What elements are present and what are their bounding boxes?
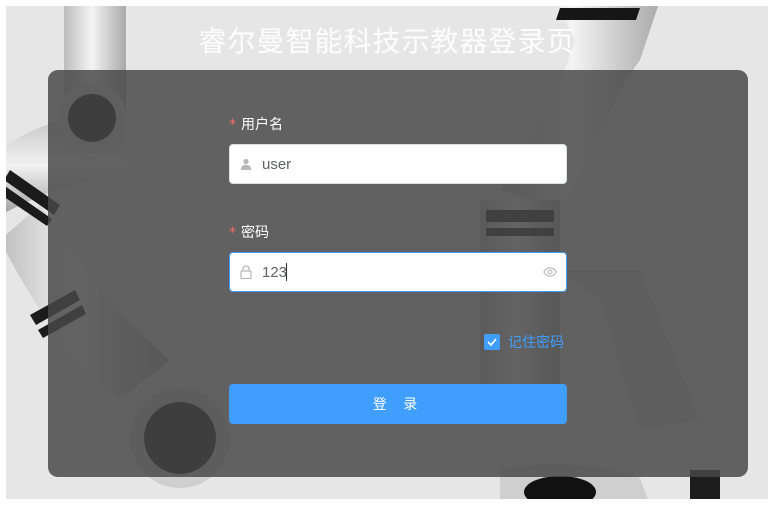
lock-icon: [230, 265, 262, 279]
password-label: * 密码: [229, 222, 269, 242]
username-label: * 用户名: [229, 114, 283, 134]
username-field[interactable]: [229, 144, 567, 184]
eye-icon[interactable]: [534, 267, 566, 277]
password-input[interactable]: [262, 253, 286, 291]
login-panel: * 用户名 * 密码: [48, 70, 748, 477]
login-button[interactable]: 登 录: [229, 384, 567, 424]
password-field[interactable]: [229, 252, 567, 292]
user-icon: [230, 158, 262, 170]
username-label-text: 用户名: [241, 117, 283, 133]
required-mark: *: [229, 225, 236, 241]
checkbox-checked-icon[interactable]: [484, 334, 500, 350]
remember-password-label[interactable]: 记住密码: [508, 332, 564, 352]
login-screen: 睿尔曼智能科技示教器登录页 * 用户名 * 密码: [0, 0, 774, 505]
remember-password-checkbox[interactable]: 记住密码: [484, 332, 564, 352]
password-label-text: 密码: [241, 225, 269, 241]
page-title: 睿尔曼智能科技示教器登录页: [198, 25, 576, 58]
text-caret: [286, 263, 287, 281]
required-mark: *: [229, 117, 236, 133]
username-input[interactable]: [262, 145, 566, 183]
